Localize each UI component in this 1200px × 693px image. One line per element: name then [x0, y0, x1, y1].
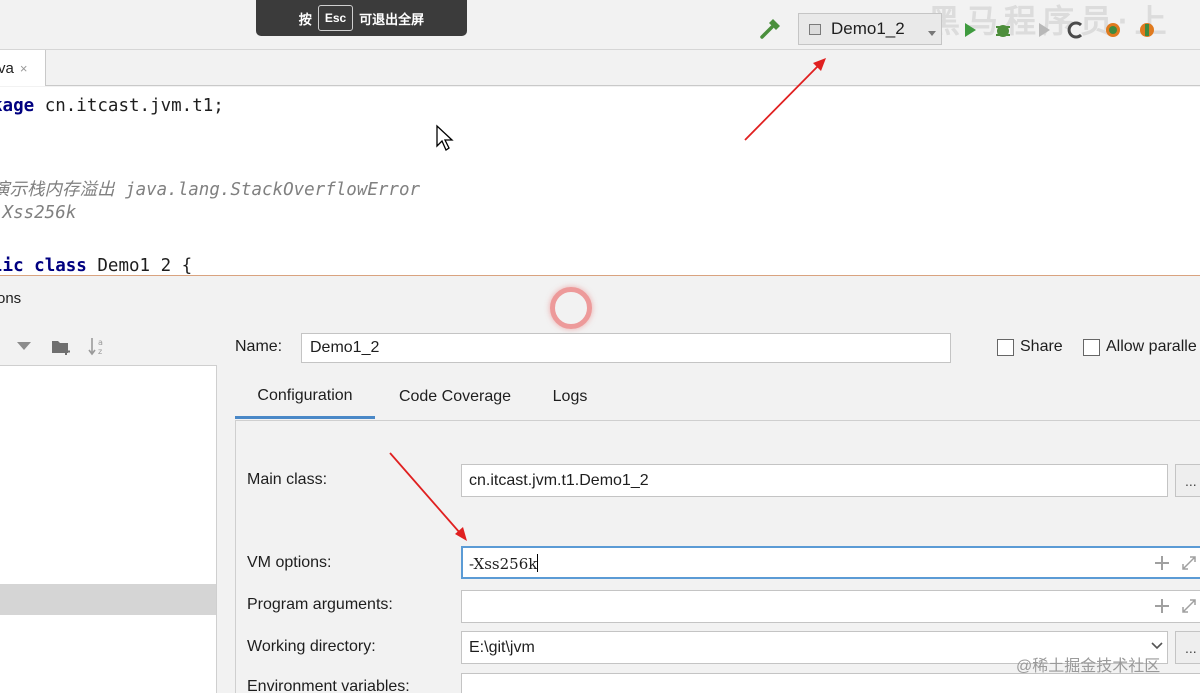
main-class-browse-button[interactable]: ... — [1175, 464, 1200, 497]
keyword-class: class — [34, 256, 87, 276]
config-tabs: Configuration Code Coverage Logs — [235, 375, 1200, 420]
main-class-label: Main class: — [247, 471, 328, 488]
esc-hint-suffix: 可退出全屏 — [359, 11, 425, 27]
name-input[interactable] — [301, 333, 951, 363]
add-icon[interactable] — [1154, 555, 1170, 571]
chevron-down-icon — [928, 31, 936, 36]
environment-variables-field[interactable] — [461, 673, 1200, 693]
expand-icon[interactable] — [1180, 554, 1198, 572]
editor-tab-demo[interactable]: va × — [0, 50, 46, 86]
config-tree-toolbar: az — [0, 320, 217, 365]
share-checkbox[interactable] — [997, 338, 1014, 356]
class-declaration: Demo1 2 { — [86, 256, 193, 276]
allow-parallel-label: Allow paralle — [1106, 338, 1197, 355]
run-with-coverage-icon[interactable] — [1035, 21, 1053, 39]
sort-alpha-icon[interactable]: az — [87, 336, 107, 356]
code-editor[interactable]: kage cn.itcast.jvm.t1; 演示栈内存溢出 java.lang… — [0, 87, 1200, 276]
name-label: Name: — [235, 338, 283, 355]
program-arguments-label: Program arguments: — [247, 596, 393, 613]
editor-tab-label: va — [0, 59, 14, 77]
new-folder-icon[interactable] — [51, 338, 71, 355]
allow-parallel-checkbox-group[interactable]: Allow paralle — [1083, 338, 1197, 356]
application-config-icon — [809, 23, 821, 35]
share-label: Share — [1020, 338, 1063, 355]
run-config-selector[interactable]: Demo1_2 — [798, 13, 942, 45]
vm-options-value: -Xss256k — [469, 555, 538, 573]
chevron-down-icon[interactable] — [1150, 641, 1164, 651]
code-comment-line: 演示栈内存溢出 java.lang.StackOverflowError — [0, 180, 421, 200]
code-comment-vm-option: -Xss256k — [0, 203, 77, 223]
debug-icon[interactable] — [994, 21, 1012, 39]
editor-tab-strip: va × — [0, 50, 1200, 86]
esc-key-badge: Esc — [317, 5, 354, 31]
tab-logs[interactable]: Logs — [535, 375, 605, 419]
add-icon[interactable] — [1154, 598, 1170, 614]
mouse-pointer-icon — [436, 124, 454, 151]
keyword-package: kage — [0, 96, 35, 116]
text-caret — [537, 554, 539, 572]
esc-hint-prefix: 按 — [298, 11, 312, 27]
program-arguments-field[interactable] — [461, 590, 1200, 623]
working-directory-label: Working directory: — [247, 638, 376, 655]
move-down-icon[interactable] — [17, 342, 31, 350]
profile-icon[interactable] — [1067, 21, 1085, 39]
share-checkbox-group[interactable]: Share — [997, 338, 1063, 356]
package-name: cn.itcast.jvm.t1; — [34, 96, 224, 116]
run-config-dialog-titlebar: ons — [0, 277, 1200, 319]
vm-options-field[interactable]: -Xss256k — [461, 546, 1200, 579]
vm-options-label: VM options: — [247, 554, 332, 571]
close-icon[interactable]: × — [20, 61, 28, 76]
top-toolbar: 黑马程序员·上 Demo1_2 — [0, 0, 1200, 50]
dialog-title: ons — [0, 290, 22, 307]
watermark-bottom: @稀土掘金技术社区 — [1016, 658, 1161, 675]
attach-debugger-icon[interactable] — [1104, 21, 1122, 39]
tab-code-coverage[interactable]: Code Coverage — [385, 375, 525, 419]
keyword-public: lic — [0, 256, 24, 276]
fullscreen-exit-hint: 按 Esc 可退出全屏 — [256, 0, 467, 36]
run-icon[interactable] — [961, 21, 979, 39]
expand-icon[interactable] — [1180, 597, 1198, 615]
environment-variables-label: Environment variables: — [247, 678, 410, 693]
run-config-label: Demo1_2 — [831, 19, 905, 38]
svg-text:z: z — [98, 347, 102, 356]
build-hammer-icon[interactable] — [759, 17, 783, 41]
tab-configuration[interactable]: Configuration — [235, 375, 375, 419]
selected-config-row[interactable] — [0, 584, 216, 615]
svg-text:a: a — [98, 338, 103, 347]
code-line-class: lic class Demo1 2 { — [0, 256, 193, 276]
click-highlight-ring — [550, 287, 592, 329]
working-directory-browse-button[interactable]: ... — [1175, 631, 1200, 664]
config-tree-panel: az — [0, 320, 217, 693]
stop-icon[interactable] — [1138, 21, 1156, 39]
allow-parallel-checkbox[interactable] — [1083, 338, 1100, 356]
main-class-field[interactable]: cn.itcast.jvm.t1.Demo1_2 — [461, 464, 1168, 497]
config-tree-list[interactable] — [0, 365, 217, 693]
code-line-package: kage cn.itcast.jvm.t1; — [0, 96, 224, 116]
